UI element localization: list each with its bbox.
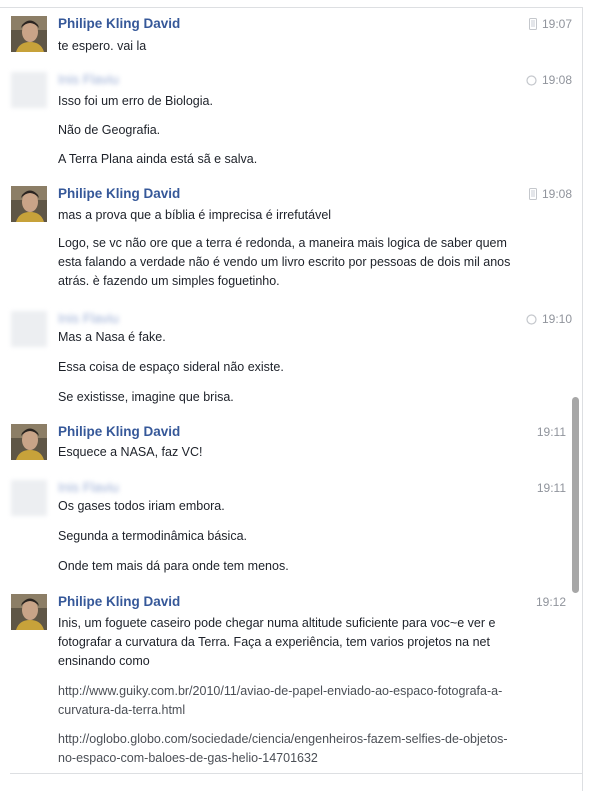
phone-icon (528, 188, 537, 200)
timestamp: 19:11 (536, 425, 566, 439)
message-text: Segunda a termodinâmica básica. (58, 529, 248, 543)
avatar[interactable] (11, 72, 47, 108)
message-text: A Terra Plana ainda está sã e salva. (58, 152, 258, 166)
message-text: Logo, se vc não ore que a terra é redond… (58, 236, 511, 288)
message-meta: 19:11 (537, 425, 566, 439)
message-text: Essa coisa de espaço sideral não existe. (58, 360, 284, 374)
message-text: Esquece a NASA, faz VC! (58, 445, 203, 459)
message-link: http://www.guiky.com.br/2010/11/aviao-de… (58, 682, 518, 720)
avatar[interactable] (11, 594, 47, 630)
message-meta: 19:11 (537, 481, 566, 495)
message-text: Os gases todos iriam embora. (58, 499, 225, 513)
message-meta: 19:08 (526, 73, 572, 87)
message-group: Philipe Kling David 19:11 Esquece a NASA… (0, 424, 580, 464)
sender-name[interactable]: Inis Flaviu (58, 311, 119, 326)
message-text: mas a prova que a bíblia é imprecisa é i… (58, 208, 332, 222)
avatar[interactable] (11, 16, 47, 52)
timestamp: 19:08 (541, 73, 572, 87)
message-link: http://oglobo.globo.com/sociedade/cienci… (58, 730, 518, 768)
message-group: Philipe Kling David 19:07 te espero. vai… (0, 16, 580, 56)
avatar[interactable] (11, 424, 47, 460)
message-text: Onde tem mais dá para onde tem menos. (58, 559, 289, 573)
scrollbar-thumb[interactable] (572, 397, 579, 593)
timestamp: 19:10 (541, 312, 572, 326)
sent-circle-icon (526, 74, 537, 86)
composer-top-border (10, 773, 582, 774)
avatar[interactable] (11, 311, 47, 347)
message-group: Inis Flaviu 19:11 Os gases todos iriam e… (0, 480, 580, 580)
sender-name[interactable]: Philipe Kling David (58, 594, 180, 609)
phone-icon (528, 18, 537, 30)
timestamp: 19:08 (541, 187, 572, 201)
sender-name[interactable]: Philipe Kling David (58, 186, 180, 201)
message-meta: 19:10 (526, 312, 572, 326)
timestamp: 19:07 (541, 17, 572, 31)
link-oglobo[interactable]: http://oglobo.globo.com/sociedade/cienci… (58, 730, 518, 768)
sender-name[interactable]: Inis Flaviu (58, 72, 119, 87)
message-meta: 19:07 (528, 17, 572, 31)
avatar[interactable] (11, 480, 47, 516)
sender-name[interactable]: Philipe Kling David (58, 424, 180, 439)
chat-top-border (0, 7, 583, 8)
message-group: Inis Flaviu 19:08 Isso foi um erro de Bi… (0, 72, 580, 172)
message-group: Inis Flaviu 19:10 Mas a Nasa é fake. Ess… (0, 311, 580, 411)
message-meta: 19:08 (528, 187, 572, 201)
avatar[interactable] (11, 186, 47, 222)
message-text: Inis, um foguete caseiro pode chegar num… (58, 616, 496, 668)
message-text: Se existisse, imagine que brisa. (58, 390, 234, 404)
sender-name[interactable]: Philipe Kling David (58, 16, 180, 31)
message-text: Não de Geografia. (58, 123, 161, 137)
message-meta: 19:12 (536, 595, 566, 609)
chat-right-border (582, 7, 583, 791)
sent-circle-icon (526, 313, 537, 325)
message-group: Philipe Kling David 19:12 Inis, um fogue… (0, 594, 580, 772)
message-text: te espero. vai la (58, 39, 147, 53)
message-text: Isso foi um erro de Biologia. (58, 94, 213, 108)
timestamp: 19:11 (536, 481, 566, 495)
message-group: Philipe Kling David 19:08 mas a prova qu… (0, 186, 580, 296)
sender-name[interactable]: Inis Flaviu (58, 480, 119, 495)
timestamp: 19:12 (535, 595, 566, 609)
message-text: Mas a Nasa é fake. (58, 330, 166, 344)
link-guiky[interactable]: http://www.guiky.com.br/2010/11/aviao-de… (58, 682, 518, 720)
